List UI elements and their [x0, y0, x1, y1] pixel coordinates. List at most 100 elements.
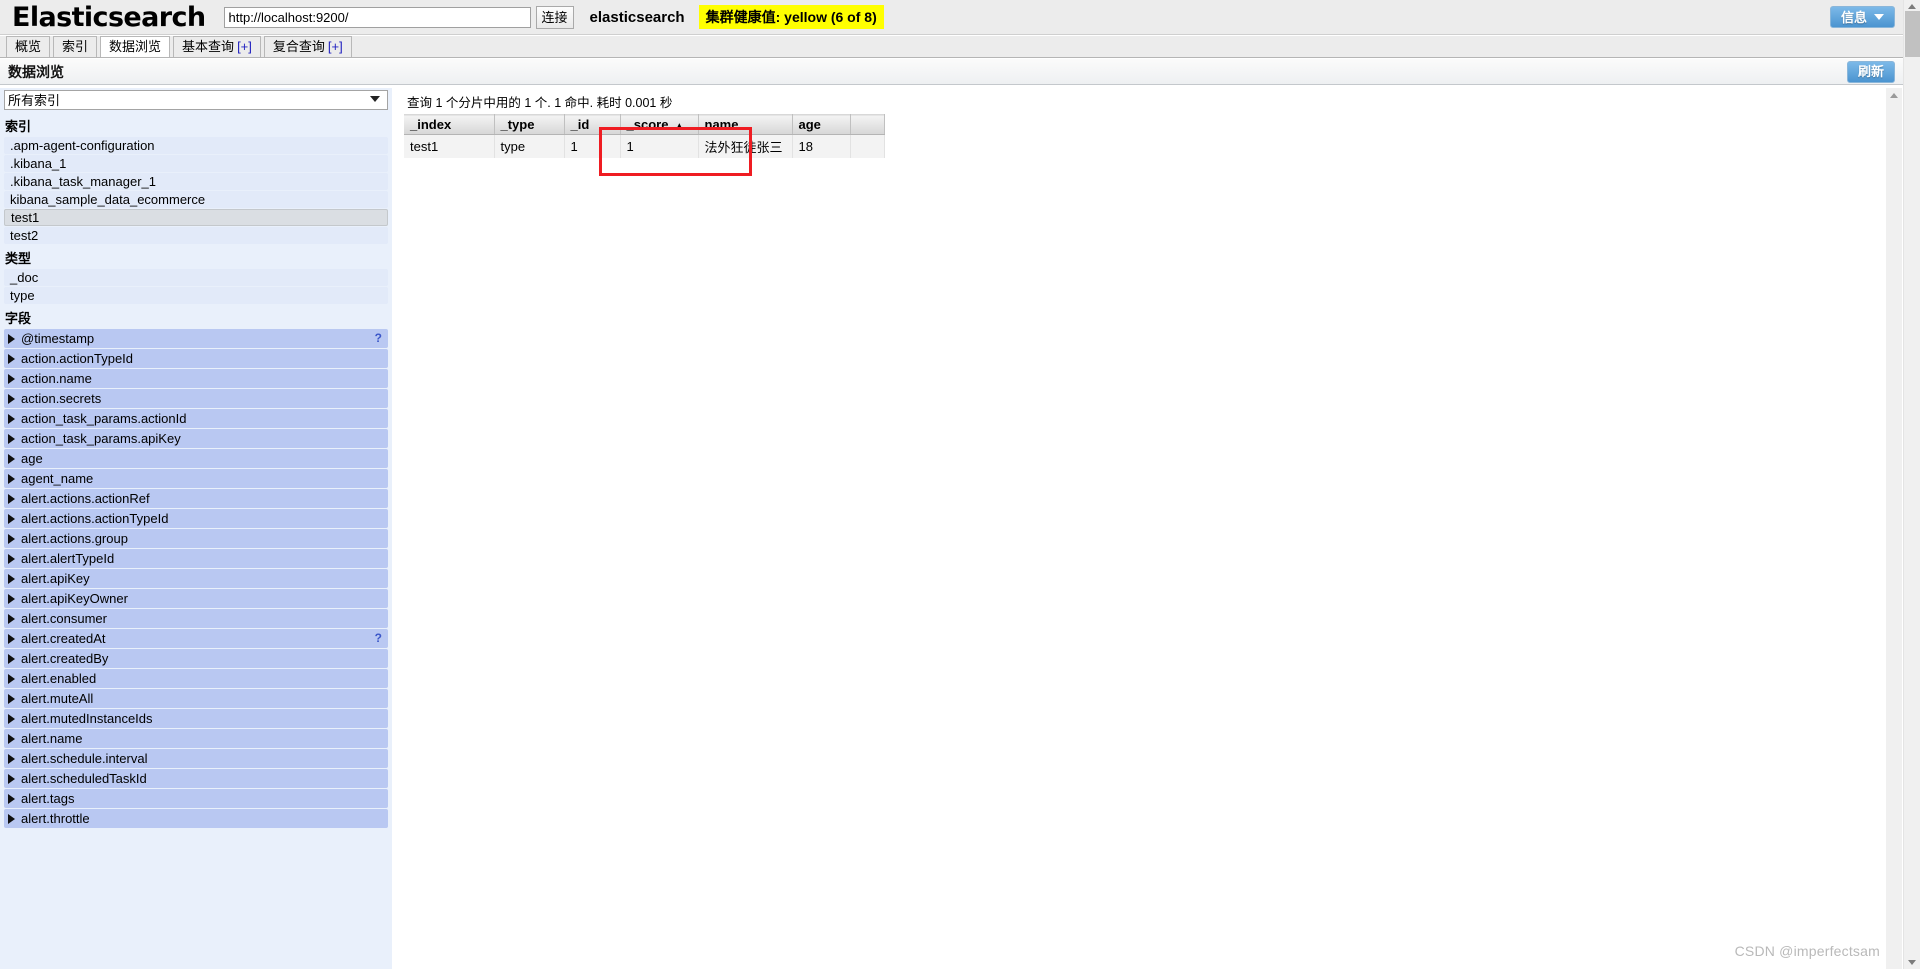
tab-4[interactable]: 复合查询 [+]: [263, 36, 352, 57]
expand-triangle-icon[interactable]: [8, 473, 15, 484]
expand-triangle-icon[interactable]: [8, 553, 15, 564]
field-item[interactable]: action.actionTypeId: [4, 349, 388, 368]
expand-triangle-icon[interactable]: [8, 613, 15, 624]
field-item[interactable]: alert.createdAt?: [4, 629, 388, 648]
cluster-url-input[interactable]: [223, 6, 531, 28]
sidebar-item[interactable]: .kibana_task_manager_1: [4, 173, 388, 190]
field-item[interactable]: alert.consumer: [4, 609, 388, 628]
field-item[interactable]: agent_name: [4, 469, 388, 488]
scroll-up-arrow-icon[interactable]: [1908, 4, 1916, 9]
scroll-up-arrow-icon[interactable]: [1890, 93, 1898, 98]
field-item[interactable]: alert.enabled: [4, 669, 388, 688]
column-header-_index[interactable]: _index: [404, 114, 495, 135]
expand-triangle-icon[interactable]: [8, 793, 15, 804]
help-icon[interactable]: ?: [375, 629, 388, 648]
field-item[interactable]: alert.apiKey: [4, 569, 388, 588]
expand-triangle-icon[interactable]: [8, 653, 15, 664]
expand-triangle-icon[interactable]: [8, 633, 15, 644]
tab-label: 索引: [62, 39, 89, 54]
expand-triangle-icon[interactable]: [8, 813, 15, 824]
column-header-_score[interactable]: _score ▲: [620, 114, 699, 135]
expand-triangle-icon[interactable]: [8, 413, 15, 424]
field-item-label: alert.tags: [21, 791, 75, 806]
sidebar-item[interactable]: .apm-agent-configuration: [4, 137, 388, 154]
expand-triangle-icon[interactable]: [8, 673, 15, 684]
info-button[interactable]: 信息: [1829, 6, 1895, 28]
field-item[interactable]: action_task_params.actionId: [4, 409, 388, 428]
table-row[interactable]: test1 type 1 1 法外狂徒张三 18: [404, 134, 885, 158]
expand-triangle-icon[interactable]: [8, 533, 15, 544]
tab-add-icon[interactable]: [+]: [328, 39, 343, 54]
sidebar-group-title: 索引: [5, 119, 32, 134]
tab-1[interactable]: 索引: [53, 36, 98, 57]
field-item[interactable]: alert.throttle: [4, 809, 388, 828]
expand-triangle-icon[interactable]: [8, 693, 15, 704]
page-vertical-scrollbar[interactable]: [1903, 0, 1920, 969]
sidebar-item[interactable]: kibana_sample_data_ecommerce: [4, 191, 388, 208]
field-item[interactable]: alert.schedule.interval: [4, 749, 388, 768]
field-item-label: action.actionTypeId: [21, 351, 134, 366]
sidebar-groups: 索引 .apm-agent-configuration .kibana_1 .kiba…: [0, 113, 392, 828]
expand-triangle-icon[interactable]: [8, 513, 15, 524]
tab-3[interactable]: 基本查询 [+]: [173, 36, 261, 57]
sidebar-group-title: 类型: [5, 251, 32, 266]
column-header-_id[interactable]: _id: [564, 114, 621, 135]
field-item[interactable]: action.secrets: [4, 389, 388, 408]
field-item[interactable]: alert.muteAll: [4, 689, 388, 708]
scroll-down-arrow-icon[interactable]: [1908, 960, 1916, 965]
column-header-name[interactable]: name: [698, 114, 793, 135]
expand-triangle-icon[interactable]: [8, 733, 15, 744]
sidebar-item[interactable]: .kibana_1: [4, 155, 388, 172]
expand-triangle-icon[interactable]: [8, 333, 15, 344]
expand-triangle-icon[interactable]: [8, 493, 15, 504]
field-item[interactable]: alert.alertTypeId: [4, 549, 388, 568]
result-table-wrapper: _index _type _id _score ▲ name age test1 type 1 1…: [399, 114, 1877, 176]
field-item[interactable]: action.name: [4, 369, 388, 388]
field-item[interactable]: alert.apiKeyOwner: [4, 589, 388, 608]
column-header-_type[interactable]: _type: [494, 114, 565, 135]
scrollbar-thumb[interactable]: [1905, 11, 1920, 57]
table-cell: 1: [564, 134, 621, 158]
sidebar-item[interactable]: test1: [4, 209, 388, 226]
sidebar-item[interactable]: type: [4, 287, 388, 304]
expand-triangle-icon[interactable]: [8, 393, 15, 404]
column-header-age[interactable]: age: [792, 114, 851, 135]
expand-triangle-icon[interactable]: [8, 573, 15, 584]
connect-button[interactable]: 连接: [535, 5, 574, 29]
column-header-blank[interactable]: [850, 114, 885, 135]
field-item[interactable]: alert.name: [4, 729, 388, 748]
tab-0[interactable]: 概览: [6, 36, 51, 57]
field-item-label: alert.apiKeyOwner: [21, 591, 128, 606]
tab-2[interactable]: 数据浏览: [100, 36, 171, 57]
field-item[interactable]: alert.actions.actionTypeId: [4, 509, 388, 528]
field-item[interactable]: alert.scheduledTaskId: [4, 769, 388, 788]
expand-triangle-icon[interactable]: [8, 433, 15, 444]
tab-add-icon[interactable]: [+]: [237, 39, 252, 54]
field-item[interactable]: @timestamp?: [4, 329, 388, 348]
sidebar: 所有索引.apm-agent-configuration.kibana_1.ki…: [0, 88, 392, 969]
expand-triangle-icon[interactable]: [8, 373, 15, 384]
refresh-button[interactable]: 刷新: [1846, 60, 1895, 83]
field-item[interactable]: alert.actions.actionRef: [4, 489, 388, 508]
field-item[interactable]: alert.actions.group: [4, 529, 388, 548]
expand-triangle-icon[interactable]: [8, 453, 15, 464]
field-item[interactable]: age: [4, 449, 388, 468]
expand-triangle-icon[interactable]: [8, 713, 15, 724]
field-item-label: alert.actions.group: [21, 531, 128, 546]
index-select-shell: 所有索引.apm-agent-configuration.kibana_1.ki…: [4, 90, 388, 110]
expand-triangle-icon[interactable]: [8, 753, 15, 764]
field-item[interactable]: alert.tags: [4, 789, 388, 808]
expand-triangle-icon[interactable]: [8, 593, 15, 604]
field-item[interactable]: alert.mutedInstanceIds: [4, 709, 388, 728]
sidebar-item[interactable]: _doc: [4, 269, 388, 286]
panel-vertical-scrollbar[interactable]: [1886, 88, 1902, 969]
field-item[interactable]: alert.createdBy: [4, 649, 388, 668]
expand-triangle-icon[interactable]: [8, 773, 15, 784]
sidebar-item[interactable]: test2: [4, 227, 388, 244]
help-icon[interactable]: ?: [375, 329, 388, 348]
expand-triangle-icon[interactable]: [8, 353, 15, 364]
index-filter-select[interactable]: 所有索引.apm-agent-configuration.kibana_1.ki…: [4, 90, 388, 110]
cluster-health-badge: 集群健康值: yellow (6 of 8): [698, 5, 884, 29]
field-item[interactable]: action_task_params.apiKey: [4, 429, 388, 448]
column-header-label: _score: [626, 117, 669, 132]
